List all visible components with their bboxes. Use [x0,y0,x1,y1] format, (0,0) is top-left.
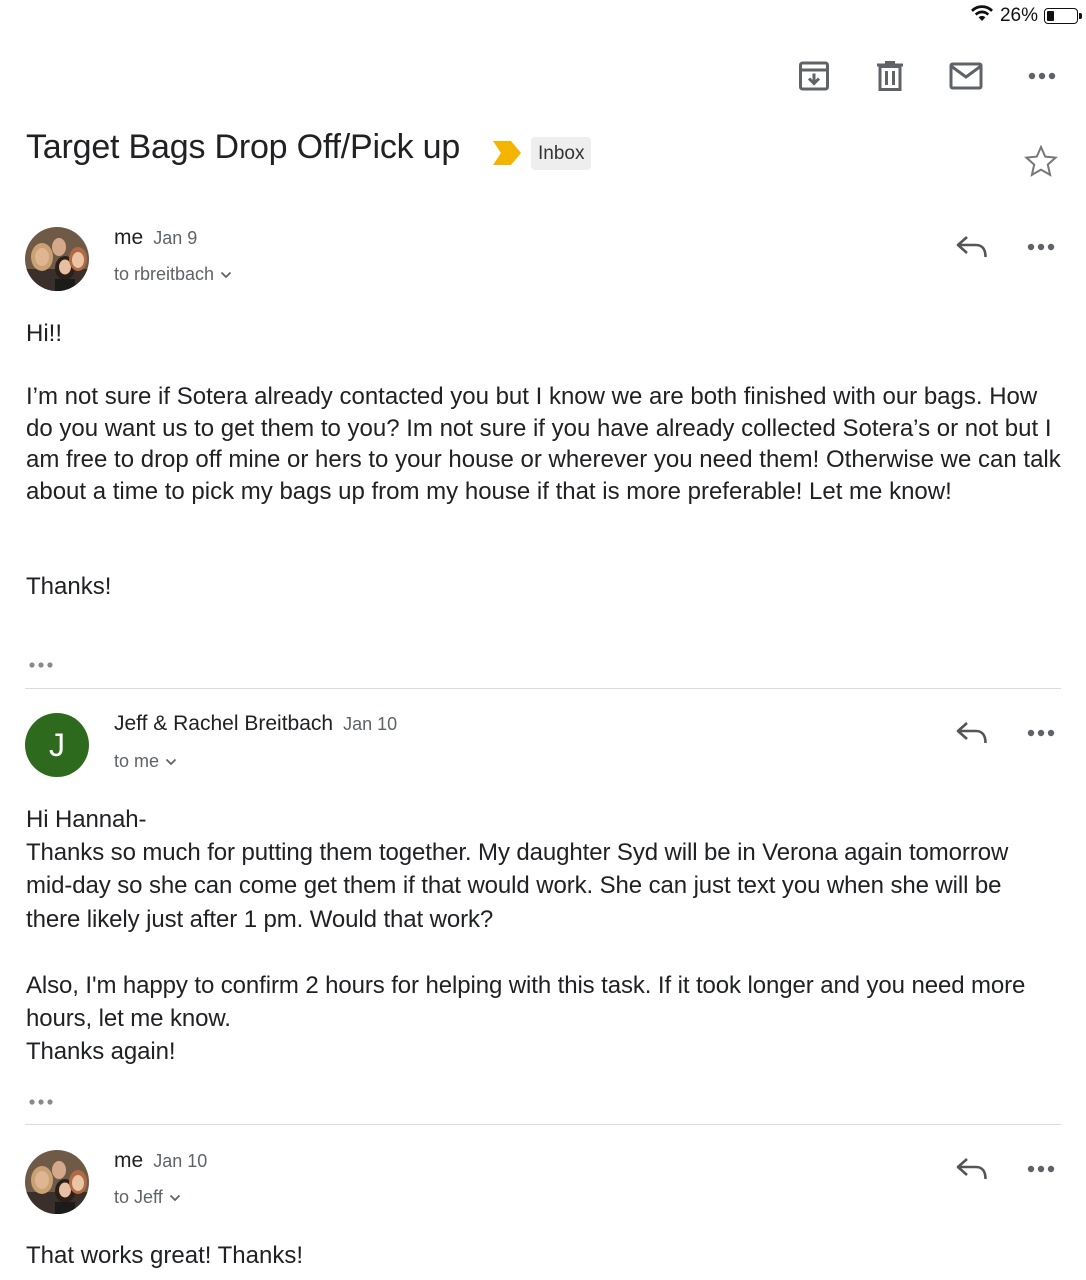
message-more-button[interactable] [1019,225,1063,269]
show-trimmed-content-button[interactable] [28,1093,54,1111]
message-date: Jan 9 [153,228,198,248]
mail-icon [949,62,983,90]
reply-icon [956,1158,987,1180]
mark-unread-button[interactable] [942,52,990,100]
more-horizontal-icon [29,1099,53,1105]
more-horizontal-icon [1028,72,1056,80]
battery-percent: 26% [999,5,1038,26]
message-paragraph: Hi Hannah- [26,806,147,833]
wifi-icon [970,4,994,28]
recipient-text: to rbreitbach [114,264,215,284]
message-body: That works great! Thanks! [26,1240,1061,1271]
message-header: me Jan 10 [114,1149,207,1173]
message-paragraph: Thanks so much for putting them together… [26,839,1009,933]
recipient-text: to me [114,751,160,771]
recipient-details[interactable]: to rbreitbach [114,264,232,285]
thread-subject: Target Bags Drop Off/Pick up [26,128,461,166]
recipient-details[interactable]: to me [114,751,177,772]
message-divider [25,1124,1061,1125]
sender-avatar[interactable] [25,227,89,291]
reply-button[interactable] [950,225,994,269]
more-horizontal-icon [29,662,53,668]
message-more-button[interactable] [1019,1147,1063,1191]
message-header: Jeff & Rachel Breitbach Jan 10 [114,712,397,736]
star-button[interactable] [1019,139,1063,183]
more-horizontal-icon [1027,729,1055,737]
archive-button[interactable] [790,52,838,100]
recipient-details[interactable]: to Jeff [114,1187,181,1208]
message-date: Jan 10 [153,1151,208,1171]
message-paragraph: That works great! Thanks! [26,1242,304,1269]
more-horizontal-icon [1027,243,1055,251]
star-icon [1024,145,1058,177]
more-options-button[interactable] [1018,52,1066,100]
message-paragraph: I’m not sure if Sotera already contacted… [26,383,1061,505]
recipient-text: to Jeff [114,1187,163,1207]
message-paragraph: Hi!! [26,320,62,347]
more-horizontal-icon [1027,1165,1055,1173]
battery-level [1047,11,1054,21]
chevron-down-icon [220,271,232,278]
reply-icon [956,236,987,258]
reply-icon [956,722,987,744]
message-more-button[interactable] [1019,711,1063,755]
reply-button[interactable] [950,1147,994,1191]
delete-button[interactable] [866,52,914,100]
sender-name[interactable]: me [114,1149,143,1173]
message-paragraph: Also, I'm happy to confirm 2 hours for h… [26,971,1026,1033]
sender-name[interactable]: Jeff & Rachel Breitbach [114,712,333,736]
message-header: me Jan 9 [114,226,197,250]
message-date: Jan 10 [343,714,398,734]
message-paragraph: Thanks! [26,572,112,600]
importance-marker-icon[interactable] [493,141,521,170]
trash-icon [877,61,903,91]
message-body: Hi Hannah- Thanks so much for putting th… [26,803,1061,1068]
sender-avatar[interactable] [25,1150,89,1214]
message-divider [25,688,1061,689]
sender-avatar[interactable]: J [25,713,89,777]
chevron-down-icon [165,758,177,765]
show-trimmed-content-button[interactable] [28,656,54,674]
inbox-label[interactable]: Inbox [531,137,592,170]
chevron-down-icon [169,1194,180,1201]
message-paragraph: Thanks again! [26,1038,176,1066]
reply-button[interactable] [950,711,994,755]
battery-icon [1044,8,1082,24]
archive-icon [799,61,829,91]
status-bar: 26% [970,4,1082,28]
message-body: Hi!! I’m not sure if Sotera already cont… [26,318,1061,602]
sender-name[interactable]: me [114,226,143,250]
